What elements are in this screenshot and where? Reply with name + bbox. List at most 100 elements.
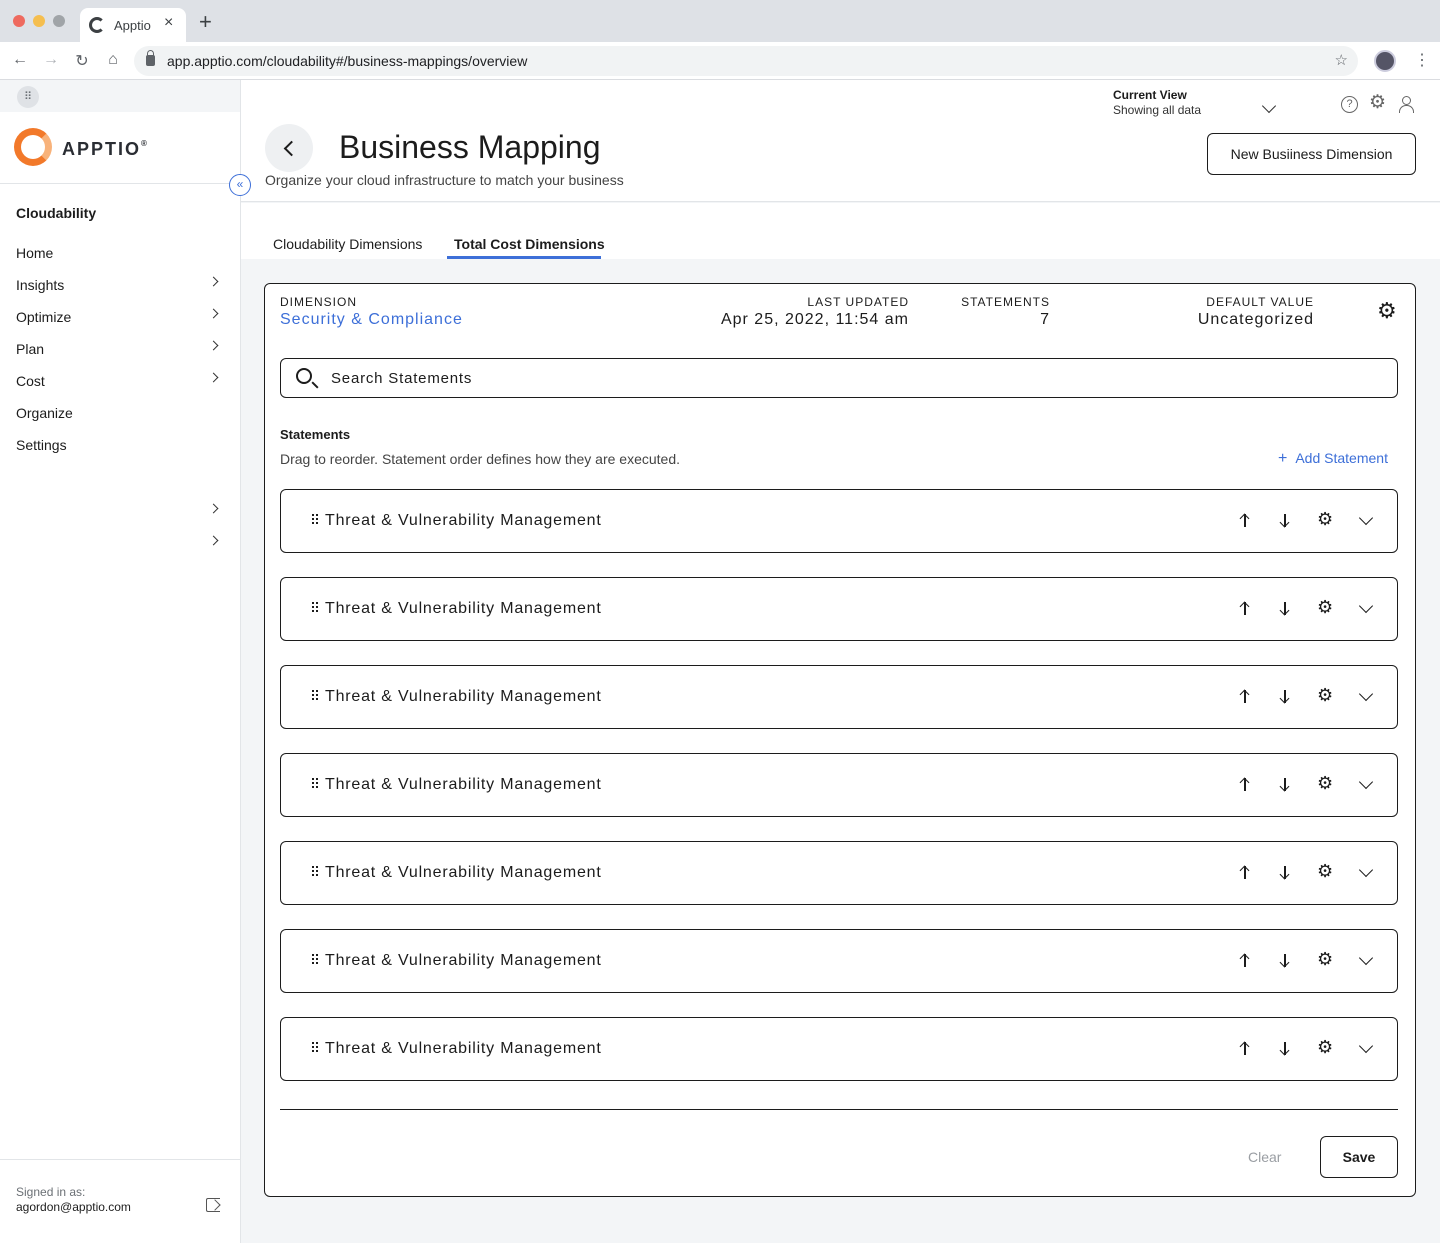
statement-row[interactable]: Threat & Vulnerability Management ⚙ [280, 841, 1398, 905]
page-header: Current View Showing all data ? ⚙ Busine… [241, 80, 1440, 202]
new-tab-icon[interactable]: + [199, 9, 212, 35]
apptio-logo-icon [14, 128, 52, 166]
sidebar-item-home[interactable]: Home [0, 237, 240, 269]
app-grid-icon[interactable]: ⠿ [17, 86, 39, 108]
move-down-icon[interactable] [1278, 777, 1292, 793]
chevron-down-icon[interactable] [1358, 598, 1374, 614]
move-down-icon[interactable] [1278, 865, 1292, 881]
drag-handle-icon[interactable] [311, 954, 319, 968]
tab-title: Apptio [114, 18, 151, 33]
window-minimize-dot[interactable] [33, 15, 45, 27]
gear-icon[interactable]: ⚙ [1317, 598, 1333, 616]
drag-handle-icon[interactable] [311, 866, 319, 880]
back-arrow-icon[interactable]: ← [11, 51, 29, 69]
statement-row[interactable]: Threat & Vulnerability Management ⚙ [280, 577, 1398, 641]
search-input[interactable] [331, 367, 1371, 389]
sidebar-item-label: Organize [16, 405, 73, 421]
chevron-down-icon[interactable] [1358, 510, 1374, 526]
signed-in-label: Signed in as: [16, 1185, 86, 1199]
move-down-icon[interactable] [1278, 953, 1292, 969]
statement-row[interactable]: Threat & Vulnerability Management ⚙ [280, 489, 1398, 553]
move-down-icon[interactable] [1278, 1041, 1292, 1057]
gear-icon[interactable]: ⚙ [1317, 950, 1333, 968]
drag-handle-icon[interactable] [311, 1042, 319, 1056]
drag-handle-icon[interactable] [311, 514, 319, 528]
chevron-right-icon [210, 503, 220, 513]
home-icon[interactable]: ⌂ [104, 51, 122, 69]
sidebar-item-organize[interactable]: Organize [0, 397, 240, 429]
drag-handle-icon[interactable] [311, 778, 319, 792]
apps-bar: ⠿ [0, 80, 240, 112]
new-business-dimension-button[interactable]: New Busiiness Dimension [1207, 133, 1416, 175]
sidebar-item-cost[interactable]: Cost [0, 365, 240, 397]
gear-icon[interactable]: ⚙ [1317, 510, 1333, 528]
chevron-down-icon[interactable] [1358, 774, 1374, 790]
statements-count-value: 7 [1040, 311, 1050, 328]
move-up-icon[interactable] [1238, 689, 1252, 705]
tab-close-icon[interactable]: × [164, 14, 173, 32]
bookmark-star-icon[interactable]: ☆ [1335, 51, 1348, 69]
statement-row[interactable]: Threat & Vulnerability Management ⚙ [280, 753, 1398, 817]
logout-icon[interactable] [206, 1198, 220, 1212]
move-up-icon[interactable] [1238, 865, 1252, 881]
drag-handle-icon[interactable] [311, 602, 319, 616]
search-icon [296, 368, 312, 384]
gear-icon[interactable]: ⚙ [1369, 93, 1386, 112]
tab-total-cost-dimensions[interactable]: Total Cost Dimensions [454, 236, 605, 252]
move-down-icon[interactable] [1278, 513, 1292, 529]
move-up-icon[interactable] [1238, 513, 1252, 529]
move-down-icon[interactable] [1278, 601, 1292, 617]
profile-avatar[interactable] [1374, 50, 1396, 72]
move-up-icon[interactable] [1238, 601, 1252, 617]
user-icon[interactable] [1398, 96, 1415, 113]
clear-button[interactable]: Clear [1248, 1149, 1281, 1165]
move-down-icon[interactable] [1278, 689, 1292, 705]
current-view-value[interactable]: Showing all data [1113, 103, 1201, 117]
gear-icon[interactable]: ⚙ [1317, 686, 1333, 704]
browser-menu-icon[interactable]: ⋮ [1414, 50, 1430, 70]
statement-row[interactable]: Threat & Vulnerability Management ⚙ [280, 929, 1398, 993]
chevron-down-icon[interactable] [1358, 1038, 1374, 1054]
sidebar-item-unlabeled[interactable] [0, 496, 240, 528]
help-icon[interactable]: ? [1341, 96, 1358, 113]
search-statements[interactable] [280, 358, 1398, 398]
sidebar-item-insights[interactable]: Insights [0, 269, 240, 301]
move-up-icon[interactable] [1238, 953, 1252, 969]
sidebar-item-settings[interactable]: Settings [0, 429, 240, 461]
back-button[interactable] [265, 124, 313, 172]
chevron-down-icon[interactable] [1261, 98, 1277, 114]
forward-arrow-icon[interactable]: → [42, 51, 60, 69]
chevron-down-icon[interactable] [1358, 686, 1374, 702]
drag-handle-icon[interactable] [311, 690, 319, 704]
dimension-name-link[interactable]: Security & Compliance [280, 311, 463, 329]
statement-name: Threat & Vulnerability Management [325, 688, 602, 705]
statement-row[interactable]: Threat & Vulnerability Management ⚙ [280, 1017, 1398, 1081]
gear-icon[interactable]: ⚙ [1317, 862, 1333, 880]
add-statement-label: Add Statement [1295, 450, 1388, 466]
sidebar-item-optimize[interactable]: Optimize [0, 301, 240, 333]
gear-icon[interactable]: ⚙ [1317, 1038, 1333, 1056]
dimension-label: DIMENSION [280, 295, 358, 309]
save-button[interactable]: Save [1320, 1136, 1398, 1178]
sidebar-item-label: Optimize [16, 309, 72, 325]
move-up-icon[interactable] [1238, 777, 1252, 793]
gear-icon[interactable]: ⚙ [1317, 774, 1333, 792]
sidebar-item-unlabeled[interactable] [0, 528, 240, 560]
sidebar-item-plan[interactable]: Plan [0, 333, 240, 365]
address-bar[interactable]: app.apptio.com/cloudability#/business-ma… [134, 46, 1358, 76]
signed-in-email: agordon@apptio.com [16, 1200, 131, 1214]
chevron-right-icon [210, 340, 220, 350]
reload-icon[interactable]: ↻ [73, 51, 91, 71]
collapse-sidebar-button[interactable]: « [229, 174, 251, 196]
chevron-down-icon[interactable] [1358, 862, 1374, 878]
chevron-down-icon[interactable] [1358, 950, 1374, 966]
browser-tab[interactable]: Apptio × [80, 8, 186, 42]
add-statement-button[interactable]: + Add Statement [1278, 450, 1388, 468]
gear-icon[interactable]: ⚙ [1377, 300, 1397, 322]
statement-row[interactable]: Threat & Vulnerability Management ⚙ [280, 665, 1398, 729]
window-zoom-dot[interactable] [53, 15, 65, 27]
window-close-dot[interactable] [13, 15, 25, 27]
sidebar-item-label: Plan [16, 341, 45, 357]
move-up-icon[interactable] [1238, 1041, 1252, 1057]
tab-cloudability-dimensions[interactable]: Cloudability Dimensions [273, 236, 422, 252]
